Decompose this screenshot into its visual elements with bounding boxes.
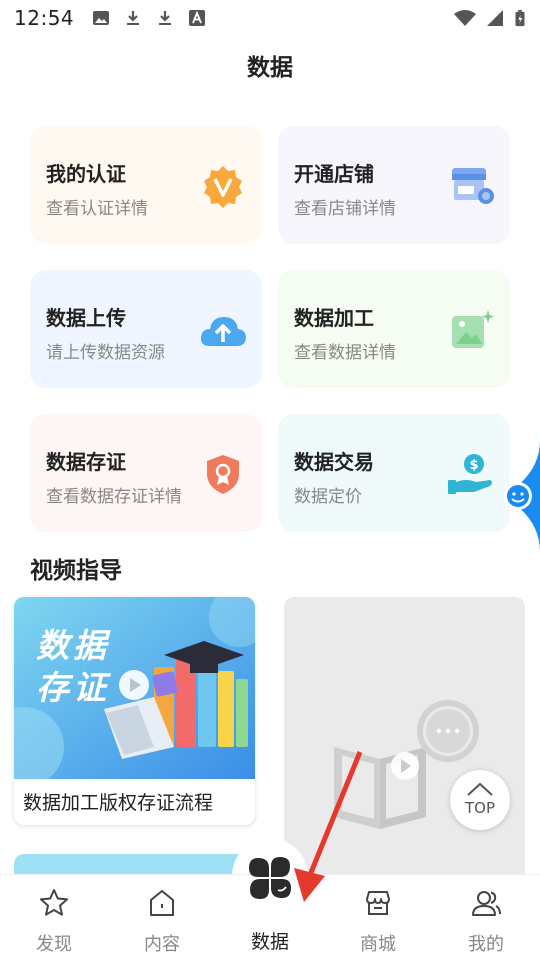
image-sparkle-icon (452, 310, 494, 348)
money-hand-icon: $ (448, 454, 492, 494)
card-title: 数据存证 (46, 450, 126, 474)
nav-label: 发现 (36, 934, 72, 955)
card-title: 数据交易 (294, 450, 374, 474)
text-a-icon (189, 10, 206, 26)
thumbnail-title-line2: 存证 (36, 668, 110, 707)
card-subtitle: 查看认证详情 (46, 199, 148, 219)
card-subtitle: 请上传数据资源 (46, 343, 165, 363)
nav-item-content[interactable]: 内容 (108, 875, 216, 960)
card-subtitle: 数据定价 (294, 487, 362, 507)
card-open-store[interactable]: 开通店铺 查看店铺详情 (278, 126, 510, 244)
video-caption: 数据加工版权存证流程 (23, 792, 214, 814)
card-subtitle: 查看数据存证详情 (46, 487, 182, 507)
star-icon (40, 889, 68, 916)
top-button-label: TOP (464, 799, 495, 817)
status-time: 12:54 (14, 6, 75, 30)
play-icon[interactable] (390, 751, 420, 781)
nav-item-discover[interactable]: 发现 (0, 875, 108, 960)
thumbnail-title-line1: 数据 (36, 626, 110, 665)
shop-icon (366, 891, 390, 915)
video-placeholder-illustration (334, 700, 479, 829)
video-card[interactable]: 数据 存证 数据加工版权存证流程 (14, 597, 255, 825)
wifi-icon (454, 10, 476, 26)
video-card-placeholder[interactable] (284, 597, 525, 887)
card-title: 数据加工 (294, 306, 374, 330)
download-icon (127, 11, 140, 25)
nav-label: 数据 (250, 931, 289, 953)
customer-service-tab[interactable] (498, 440, 540, 552)
card-data-certification[interactable]: 数据存证 查看数据存证详情 (30, 414, 262, 532)
chevron-up-icon (467, 782, 493, 796)
card-title: 开通店铺 (294, 162, 374, 186)
battery-charging-icon (515, 9, 525, 27)
card-title: 数据上传 (46, 306, 126, 330)
verified-badge-icon (204, 166, 242, 208)
nav-label: 内容 (144, 934, 180, 955)
nav-label: 商城 (360, 934, 396, 955)
section-title-video-guide: 视频指导 (30, 558, 122, 584)
card-my-certification[interactable]: 我的认证 查看认证详情 (30, 126, 262, 244)
card-subtitle: 查看店铺详情 (294, 199, 396, 219)
certificate-shield-icon (207, 455, 239, 494)
clover-icon (249, 857, 291, 899)
download-icon (159, 11, 172, 25)
nav-label: 我的 (468, 934, 504, 955)
nav-item-mall[interactable]: 商城 (324, 875, 432, 960)
card-data-processing[interactable]: 数据加工 查看数据详情 (278, 270, 510, 388)
store-icon (452, 168, 494, 204)
play-icon[interactable] (118, 669, 150, 701)
notification-icons (92, 9, 206, 27)
system-icons (454, 9, 526, 27)
card-data-upload[interactable]: 数据上传 请上传数据资源 (30, 270, 262, 388)
back-to-top-button[interactable]: TOP (450, 770, 510, 830)
home-icon (150, 890, 174, 916)
status-bar: 12:54 (0, 0, 540, 36)
card-title: 我的认证 (46, 162, 126, 186)
page-title: 数据 (247, 55, 293, 81)
svg-text:$: $ (469, 458, 478, 473)
nav-item-mine[interactable]: 我的 (432, 875, 540, 960)
card-data-trading[interactable]: 数据交易 数据定价 $ (278, 414, 510, 532)
image-icon (93, 11, 110, 25)
card-subtitle: 查看数据详情 (294, 343, 396, 363)
user-group-icon (472, 891, 501, 916)
cloud-upload-icon (200, 317, 246, 346)
signal-icon (487, 10, 503, 26)
